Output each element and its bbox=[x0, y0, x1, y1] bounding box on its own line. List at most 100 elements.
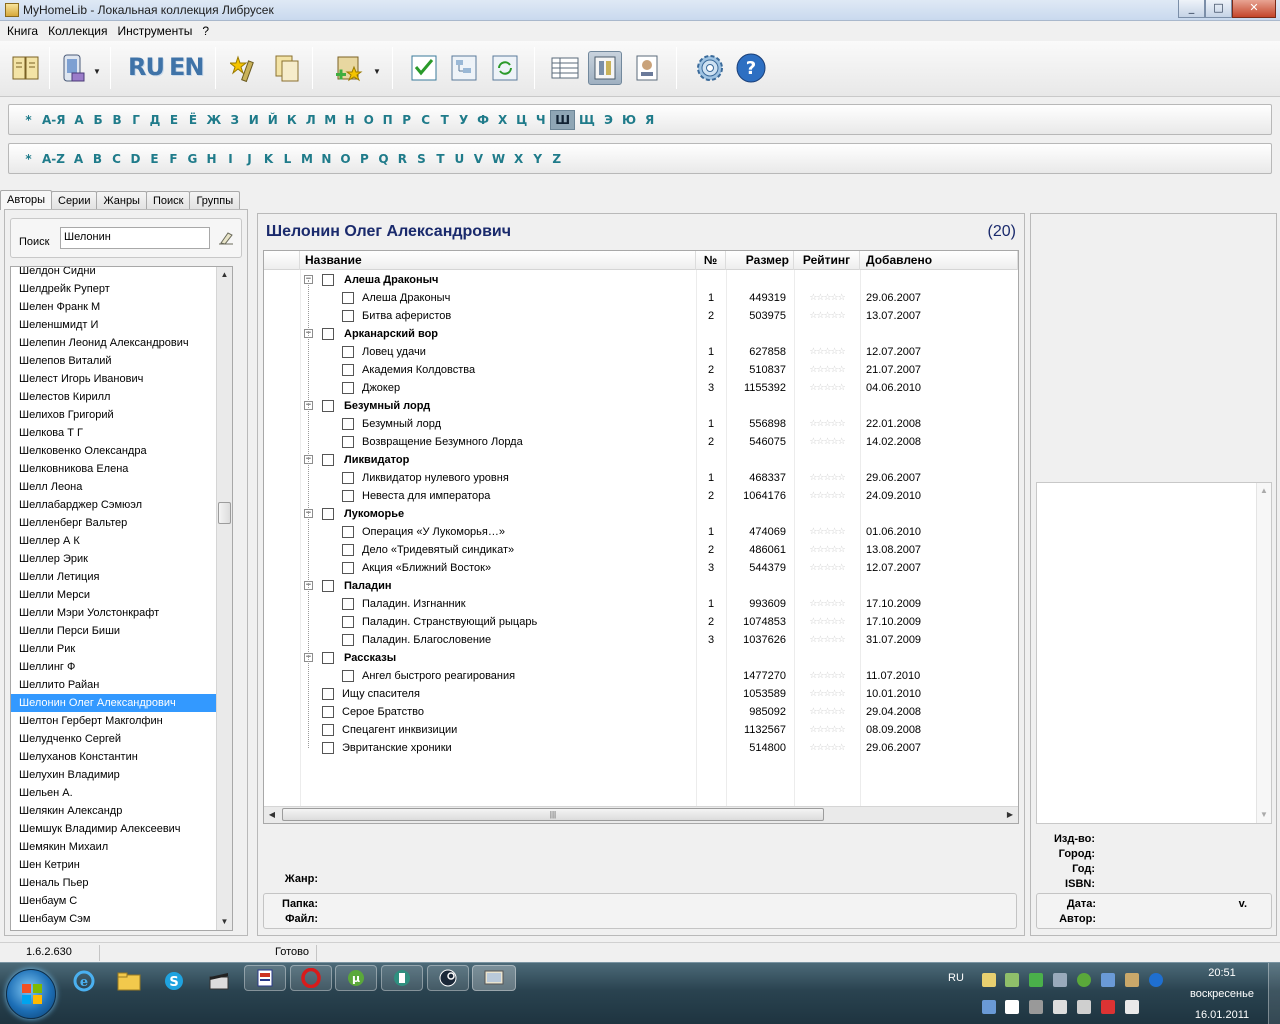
book-rating[interactable]: ☆☆☆☆☆ bbox=[794, 487, 860, 505]
series-row[interactable]: − Рассказы bbox=[264, 649, 1018, 667]
en-letter[interactable]: Z bbox=[547, 152, 566, 166]
series-row[interactable]: − Лукоморье bbox=[264, 505, 1018, 523]
ru-letter[interactable]: С bbox=[416, 113, 435, 127]
ru-letter[interactable]: Ж bbox=[203, 113, 226, 127]
book-rating[interactable]: ☆☆☆☆☆ bbox=[794, 667, 860, 685]
ru-letter[interactable]: Т bbox=[435, 113, 454, 127]
author-list-item[interactable]: Шен Кетрин bbox=[11, 856, 232, 874]
book-row[interactable]: Ловец удачи 1 627858 ☆☆☆☆☆ 12.07.2007 bbox=[264, 343, 1018, 361]
tab-genres[interactable]: Жанры bbox=[96, 191, 147, 210]
author-list-item[interactable]: Шемякин Михаил bbox=[11, 838, 232, 856]
book-rating[interactable]: ☆☆☆☆☆ bbox=[794, 469, 860, 487]
tray-icon-8[interactable] bbox=[1149, 973, 1163, 987]
ru-letter[interactable]: З bbox=[225, 113, 244, 127]
book-row[interactable]: Акция «Ближний Восток» 3 544379 ☆☆☆☆☆ 12.07.… bbox=[264, 559, 1018, 577]
en-letter[interactable]: L bbox=[278, 152, 297, 166]
ru-letter[interactable]: А bbox=[70, 113, 89, 127]
author-list-item[interactable]: Шелудченко Сергей bbox=[11, 730, 232, 748]
book-row[interactable]: Возвращение Безумного Лорда 2 546075 ☆☆☆☆☆ 1… bbox=[264, 433, 1018, 451]
book-rating[interactable]: ☆☆☆☆☆ bbox=[794, 559, 860, 577]
author-list-item[interactable]: Шелдон Сидни bbox=[11, 267, 232, 280]
book-rating[interactable]: ☆☆☆☆☆ bbox=[794, 379, 860, 397]
series-checkbox[interactable] bbox=[322, 454, 334, 466]
table-view-icon[interactable] bbox=[548, 51, 582, 85]
ru-letter[interactable]: К bbox=[282, 113, 301, 127]
tray-icon-2[interactable] bbox=[1005, 973, 1019, 987]
author-list-item[interactable]: Шелли Летиция bbox=[11, 568, 232, 586]
en-letter[interactable]: X bbox=[509, 152, 528, 166]
taskbar-steam[interactable] bbox=[427, 965, 469, 991]
book-checkbox[interactable] bbox=[342, 364, 354, 376]
skype-icon[interactable]: S bbox=[160, 967, 188, 995]
book-row[interactable]: Алеша Драконыч 1 449319 ☆☆☆☆☆ 29.06.2007 bbox=[264, 289, 1018, 307]
book-row[interactable]: Серое Братство 985092 ☆☆☆☆☆ 29.04.2008 bbox=[264, 703, 1018, 721]
author-search-input[interactable]: Шелонин bbox=[60, 227, 210, 249]
column-size[interactable]: Размер bbox=[726, 251, 794, 270]
tray-icon-7[interactable] bbox=[1125, 973, 1139, 987]
minimize-button[interactable]: _ bbox=[1178, 0, 1205, 18]
author-list-scrollbar[interactable]: ▲ ▼ bbox=[216, 267, 232, 930]
author-list-item[interactable]: Шелестов Кирилл bbox=[11, 388, 232, 406]
en-letter[interactable]: E bbox=[145, 152, 164, 166]
author-list-item[interactable]: Шелковникова Елена bbox=[11, 460, 232, 478]
ru-letter[interactable]: Щ bbox=[575, 113, 599, 127]
menu-tools[interactable]: Инструменты bbox=[113, 24, 198, 38]
book-row[interactable]: Ликвидатор нулевого уровня 1 468337 ☆☆☆☆☆ 29… bbox=[264, 469, 1018, 487]
tray-network-icon[interactable] bbox=[1101, 973, 1115, 987]
tray-display-icon[interactable] bbox=[1077, 1000, 1091, 1014]
author-list-item[interactable]: Шенбаум Сэм bbox=[11, 910, 232, 928]
author-list-item[interactable]: Шелли Мэри Уолстонкрафт bbox=[11, 604, 232, 622]
tray-icon-9[interactable] bbox=[982, 1000, 996, 1014]
book-checkbox[interactable] bbox=[322, 706, 334, 718]
en-letter[interactable]: P bbox=[355, 152, 374, 166]
author-list-item[interactable]: Шелли Мерси bbox=[11, 586, 232, 604]
book-checkbox[interactable] bbox=[342, 598, 354, 610]
list-view-icon[interactable] bbox=[588, 51, 622, 85]
horizontal-scroll-thumb[interactable]: ||| bbox=[282, 808, 824, 821]
checklist-icon[interactable] bbox=[407, 51, 441, 85]
ru-letter[interactable]: Я bbox=[640, 113, 659, 127]
book-rating[interactable]: ☆☆☆☆☆ bbox=[794, 703, 860, 721]
clock-day[interactable]: воскресенье bbox=[1180, 988, 1264, 1000]
book-checkbox[interactable] bbox=[322, 688, 334, 700]
book-row[interactable]: Ангел быстрого реагирования 1477270 ☆☆☆☆☆ 1… bbox=[264, 667, 1018, 685]
book-checkbox[interactable] bbox=[342, 670, 354, 682]
ru-letter[interactable]: А-Я bbox=[38, 113, 70, 127]
author-list-item[interactable]: Шеллер А К bbox=[11, 532, 232, 550]
book-checkbox[interactable] bbox=[342, 526, 354, 538]
book-rating[interactable]: ☆☆☆☆☆ bbox=[794, 541, 860, 559]
tree-view-icon[interactable] bbox=[447, 51, 481, 85]
series-row[interactable]: − Паладин bbox=[264, 577, 1018, 595]
author-list-item[interactable]: Шеллер Эрик bbox=[11, 550, 232, 568]
en-letter[interactable]: A bbox=[69, 152, 88, 166]
ru-letter[interactable]: В bbox=[108, 113, 127, 127]
sync-icon[interactable] bbox=[488, 51, 522, 85]
en-letter[interactable]: C bbox=[107, 152, 126, 166]
book-rating[interactable]: ☆☆☆☆☆ bbox=[794, 289, 860, 307]
book-row[interactable]: Джокер 3 1155392 ☆☆☆☆☆ 04.06.2010 bbox=[264, 379, 1018, 397]
author-list-item[interactable]: Шелухин Владимир bbox=[11, 766, 232, 784]
en-letter[interactable]: N bbox=[317, 152, 336, 166]
ru-letter[interactable]: У bbox=[454, 113, 473, 127]
book-checkbox[interactable] bbox=[342, 490, 354, 502]
taskbar-myhomelib[interactable] bbox=[472, 965, 516, 991]
author-list-item[interactable]: Шелихов Григорий bbox=[11, 406, 232, 424]
taskbar-opera[interactable] bbox=[290, 965, 332, 991]
series-row[interactable]: − Арканарский вор bbox=[264, 325, 1018, 343]
ru-letter[interactable]: Ч bbox=[531, 113, 550, 127]
scroll-down-icon[interactable]: ▼ bbox=[217, 914, 232, 930]
author-list-item[interactable]: Шелковенко Олександра bbox=[11, 442, 232, 460]
book-rating[interactable]: ☆☆☆☆☆ bbox=[794, 433, 860, 451]
series-row[interactable]: − Ликвидатор bbox=[264, 451, 1018, 469]
tab-authors[interactable]: Авторы bbox=[0, 190, 52, 210]
clock-date[interactable]: 16.01.2011 bbox=[1186, 1009, 1258, 1021]
tray-flag-icon[interactable] bbox=[1005, 1000, 1019, 1014]
column-title[interactable]: Название bbox=[300, 251, 696, 270]
tray-utorrent-icon[interactable] bbox=[1077, 973, 1091, 987]
media-clapper-icon[interactable] bbox=[205, 967, 233, 995]
ie-icon[interactable]: e bbox=[70, 967, 98, 995]
annotation-scroll-up-icon[interactable]: ▲ bbox=[1257, 483, 1271, 499]
author-list-item[interactable]: Шелест Игорь Иванович bbox=[11, 370, 232, 388]
device-dropdown-icon[interactable]: ▼ bbox=[93, 67, 101, 76]
lang-en-button[interactable]: EN bbox=[169, 53, 204, 81]
